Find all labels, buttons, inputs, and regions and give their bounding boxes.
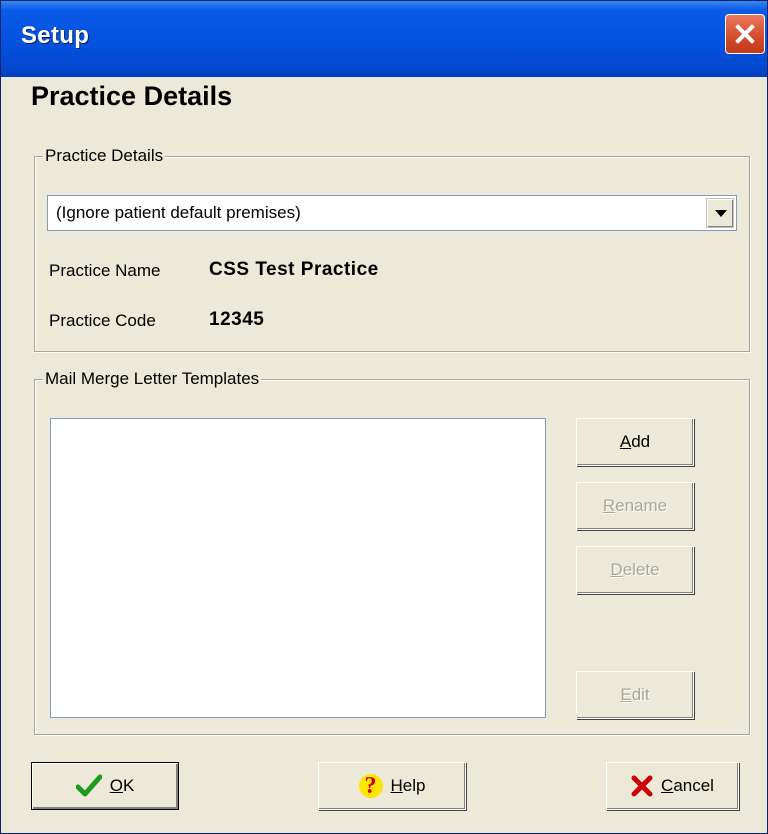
rename-mnemonic: R bbox=[602, 496, 616, 515]
rename-button[interactable]: Rename bbox=[576, 482, 694, 530]
practice-name-value: CSS Test Practice bbox=[209, 259, 379, 280]
question-mark-icon: ? bbox=[358, 774, 383, 798]
premises-select[interactable]: (Ignore patient default premises) bbox=[47, 195, 737, 231]
edit-label: dit bbox=[631, 685, 650, 704]
practice-details-legend: Practice Details bbox=[43, 146, 166, 166]
cancel-button[interactable]: Cancel bbox=[606, 762, 739, 810]
practice-details-group: Practice Details (Ignore patient default… bbox=[34, 146, 750, 352]
checkmark-icon bbox=[75, 774, 102, 797]
add-mnemonic: A bbox=[619, 432, 632, 451]
red-x-icon bbox=[631, 775, 653, 797]
close-button[interactable] bbox=[725, 14, 765, 54]
ok-button[interactable]: OK bbox=[31, 762, 179, 810]
setup-dialog: Setup Practice Details Practice Details … bbox=[0, 0, 768, 834]
help-button[interactable]: ? Help bbox=[318, 762, 466, 810]
dropdown-arrow-icon[interactable] bbox=[706, 198, 734, 228]
rename-label: ename bbox=[615, 496, 668, 515]
delete-mnemonic: D bbox=[610, 560, 623, 579]
ok-label: K bbox=[122, 776, 135, 795]
delete-button[interactable]: Delete bbox=[576, 546, 694, 594]
practice-code-value: 12345 bbox=[209, 309, 265, 330]
cancel-mnemonic: C bbox=[661, 776, 674, 795]
add-button[interactable]: Add bbox=[576, 418, 694, 466]
edit-button[interactable]: Edit bbox=[576, 671, 694, 719]
window-title: Setup bbox=[21, 22, 90, 49]
mail-merge-templates-group: Mail Merge Letter Templates Add Rename D… bbox=[34, 369, 750, 735]
premises-select-value: (Ignore patient default premises) bbox=[56, 203, 301, 222]
help-mnemonic: H bbox=[390, 776, 403, 795]
practice-code-label: Practice Code bbox=[49, 311, 156, 330]
add-label: dd bbox=[631, 432, 651, 451]
cancel-label: ancel bbox=[673, 776, 714, 795]
delete-label: elete bbox=[622, 560, 660, 579]
ok-mnemonic: O bbox=[109, 776, 123, 795]
templates-list[interactable] bbox=[50, 418, 546, 718]
title-bar[interactable]: Setup bbox=[1, 1, 767, 77]
page-title: Practice Details bbox=[31, 81, 233, 111]
mail-merge-templates-legend: Mail Merge Letter Templates bbox=[43, 369, 262, 389]
practice-name-label: Practice Name bbox=[49, 261, 161, 280]
edit-mnemonic: E bbox=[620, 685, 632, 704]
help-label: elp bbox=[402, 776, 426, 795]
